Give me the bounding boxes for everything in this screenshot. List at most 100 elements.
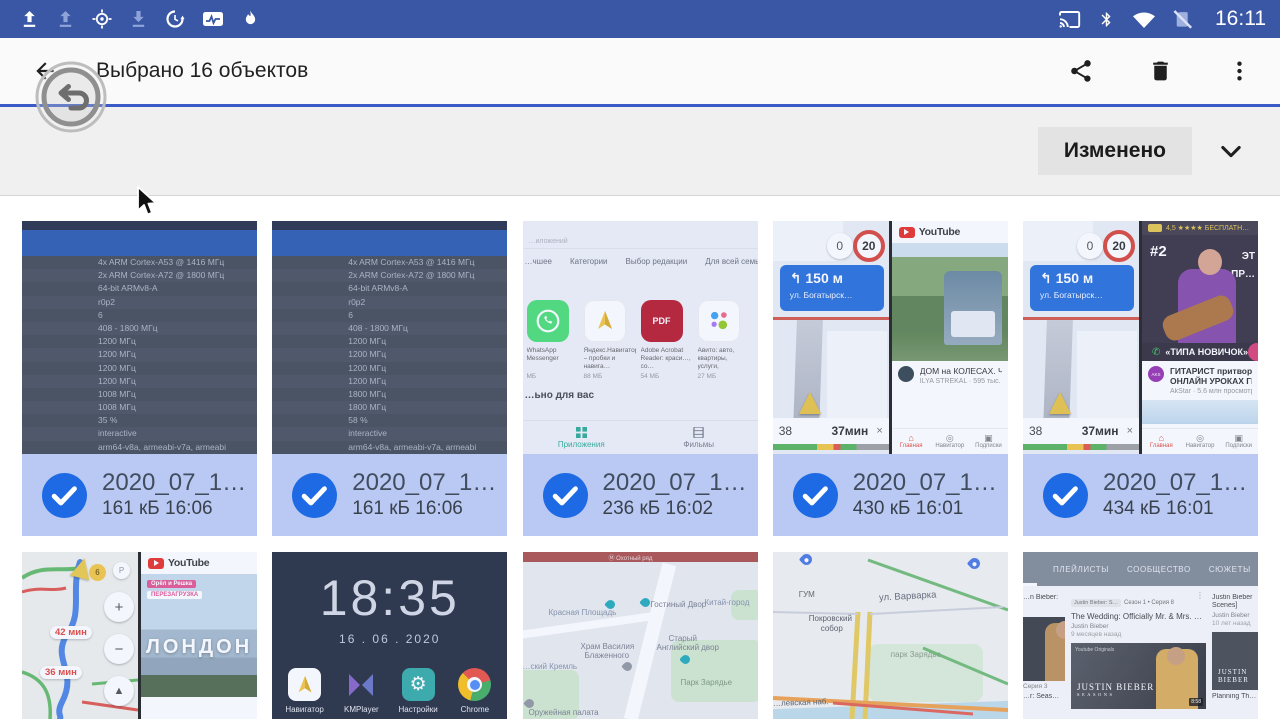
file-card-3[interactable]: …иложений …чшееКатегорииВыбор редакцииДл… (523, 221, 758, 536)
navigator-pane: 0 20 ↰ 150 м ул. Богатырск… 38 37мин × (1023, 221, 1139, 454)
status-left-icons (20, 9, 260, 29)
file-footer: 2020_07_1…161 кБ 16:06 (272, 454, 507, 536)
selected-check-icon[interactable] (543, 473, 588, 518)
selected-check-icon[interactable] (793, 473, 838, 518)
sync-clock-icon (165, 9, 185, 29)
store-nav-apps: Приложения (523, 421, 641, 454)
store-app-acrobat: PDF Adobe Acrobat Reader: краси…, со… 54… (641, 300, 693, 380)
grid-row-1: 4x ARM Cortex-A53 @ 1416 МГц2x ARM Corte… (22, 221, 1258, 536)
sort-field-button[interactable]: Изменено (1038, 127, 1192, 175)
dock-app-navigator: Навигатор (280, 668, 330, 714)
cpu-spec-row: 2x ARM Cortex-A72 @ 1800 МГц (22, 269, 257, 282)
sort-bar: Изменено (0, 107, 1280, 196)
selected-check-icon[interactable] (42, 473, 87, 518)
youtube-bottom-nav: ⌂Главная ◎Навигатор ▣Подписки (1142, 428, 1258, 454)
selection-count-title: Выбрано 16 объектов (96, 59, 1064, 83)
gps-icon (92, 9, 112, 29)
cpu-spec-row: 64-bit ARMv8-A (22, 282, 257, 295)
file-footer: 2020_07_1…161 кБ 16:06 (22, 454, 257, 536)
whatsapp-icon (527, 300, 569, 342)
app-size: 54 МБ (641, 373, 693, 380)
app-name: WhatsApp Messenger (527, 347, 579, 371)
cpu-spec-row: 64-bit ARMv8-A (272, 282, 507, 295)
wifi-icon (1132, 10, 1156, 29)
nav-position-arrow (799, 392, 821, 414)
youtube-logo-icon (148, 558, 164, 569)
map-top-label: Ⓜ Охотный ряд (523, 552, 758, 562)
overflow-menu-button[interactable] (1223, 54, 1256, 88)
cpu-spec-row: r0p2 (272, 296, 507, 309)
youtube-pane: YouTube Орёл и Решка ПЕРЕЗАГРУЗКА ЛОНДОН (141, 552, 257, 719)
cpu-spec-row: interactive (22, 427, 257, 440)
route-badge: 6 (89, 564, 106, 581)
grid-row-2: 6 Р 42 мин 36 мин + − ▲ YouTube Орёл и Р… (22, 552, 1258, 719)
yandex-nav-icon (584, 300, 626, 342)
status-bar: 16:11 (0, 0, 1280, 38)
file-card-7[interactable]: 18:35 16 . 06 . 2020 Навигатор KMPlayer … (272, 552, 507, 719)
file-card-8[interactable]: Ⓜ Охотный ряд Красная Площадь Гостиный Д… (523, 552, 758, 719)
eta-chip: 36 мин (40, 666, 82, 679)
kmplayer-icon (345, 668, 378, 701)
speed-badge: 0 (1077, 233, 1103, 259)
cpu-spec-row: 1800 МГц (272, 401, 507, 414)
file-card-10[interactable]: ПЛЕЙЛИСТЫ СООБЩЕСТВО СЮЖЕТЫ КА… …n Biebe… (1023, 552, 1258, 719)
rating-chip (1148, 224, 1162, 232)
cpu-spec-row: arm64-v8a, armeabi-v7a, armeabi (272, 441, 507, 454)
file-meta: 161 кБ 16:06 (352, 497, 496, 521)
floating-back-button[interactable] (33, 59, 109, 135)
turn-banner: ↰ 150 м ул. Богатырск… (780, 265, 884, 311)
film-icon (693, 427, 704, 438)
app-size: 27 МБ (698, 373, 750, 380)
apps-grid-icon (576, 427, 587, 438)
dock-app-kmplayer: KMPlayer (336, 668, 386, 714)
store-app-whatsapp: WhatsApp Messenger МБ (527, 300, 579, 380)
no-sim-icon (1173, 9, 1192, 29)
compass-icon: ◎ (1196, 434, 1204, 443)
youtube-pane: YouTube ДОМ на КОЛЕСАХ. Часть 1ILYA STRE… (892, 221, 1008, 454)
file-card-6[interactable]: 6 Р 42 мин 36 мин + − ▲ YouTube Орёл и Р… (22, 552, 257, 719)
sort-direction-button chevron-down-icon[interactable] (1214, 135, 1248, 167)
subscriptions-icon: ▣ (1234, 434, 1243, 443)
upload-dim-icon (56, 10, 75, 29)
file-footer: 2020_07_1…430 кБ 16:01 (773, 454, 1008, 536)
compass-icon: ◎ (946, 434, 954, 443)
file-card-2[interactable]: 4x ARM Cortex-A53 @ 1416 МГц2x ARM Corte… (272, 221, 507, 536)
cpu-spec-row: 58 % (272, 414, 507, 427)
store-tab: Выбор редакции (626, 257, 688, 266)
file-card-5[interactable]: 0 20 ↰ 150 м ул. Богатырск… 38 37мин × (1023, 221, 1258, 536)
selected-check-icon[interactable] (292, 473, 337, 518)
file-name: 2020_07_1… (603, 469, 747, 497)
thumb-appbar (22, 230, 257, 256)
file-card-1[interactable]: 4x ARM Cortex-A53 @ 1416 МГц2x ARM Corte… (22, 221, 257, 536)
delete-button trash-icon[interactable] (1144, 54, 1177, 88)
cpu-rows: 4x ARM Cortex-A53 @ 1416 МГц2x ARM Corte… (22, 256, 257, 454)
action-bar-actions (1064, 54, 1256, 88)
thumbnail-nav-youtube: 0 20 ↰ 150 м ул. Богатырск… 38 37мин × (773, 221, 1008, 454)
avito-icon (698, 300, 740, 342)
maps-route-pane: 6 Р 42 мин 36 мин + − ▲ (22, 552, 138, 719)
store-bottom-nav: Приложения Фильмы (523, 420, 758, 454)
file-card-9[interactable]: ГУМ Покровский собор ул. Варварка парк З… (773, 552, 1008, 719)
youtube-logo-icon (899, 227, 915, 238)
app-size: МБ (527, 373, 579, 380)
launcher-clock: 18:35 (320, 572, 460, 624)
speed-limit-badge: 20 (853, 230, 885, 262)
share-button[interactable] (1064, 54, 1098, 88)
cpu-spec-row: 2x ARM Cortex-A72 @ 1800 МГц (272, 269, 507, 282)
parking-badge: Р (113, 562, 130, 579)
youtube-pane: 4,5 ★★★★ БЕСПЛАТН… #2 ЭТ ПР… ✆«ТИПА НОВИ… (1142, 221, 1258, 454)
store-tab: Категории (570, 257, 608, 266)
cpu-spec-row: interactive (272, 427, 507, 440)
cpu-spec-row: 1200 МГц (272, 348, 507, 361)
store-app-yandex-nav: Яндекс.Навигатор – пробки и навига… 88 М… (584, 300, 636, 380)
cpu-spec-row: 35 % (22, 414, 257, 427)
file-footer: 2020_07_1…236 кБ 16:02 (523, 454, 758, 536)
cpu-spec-row: 6 (22, 309, 257, 322)
turn-banner: ↰ 150 м ул. Богатырск… (1030, 265, 1134, 311)
store-section-title: …ьно для вас (523, 380, 758, 401)
selected-check-icon[interactable] (1043, 473, 1088, 518)
file-card-4[interactable]: 0 20 ↰ 150 м ул. Богатырск… 38 37мин × (773, 221, 1008, 536)
nav-position-arrow (1049, 392, 1071, 414)
file-grid: 4x ARM Cortex-A53 @ 1416 МГц2x ARM Corte… (0, 196, 1280, 719)
action-bar: Выбрано 16 объектов (0, 38, 1280, 104)
